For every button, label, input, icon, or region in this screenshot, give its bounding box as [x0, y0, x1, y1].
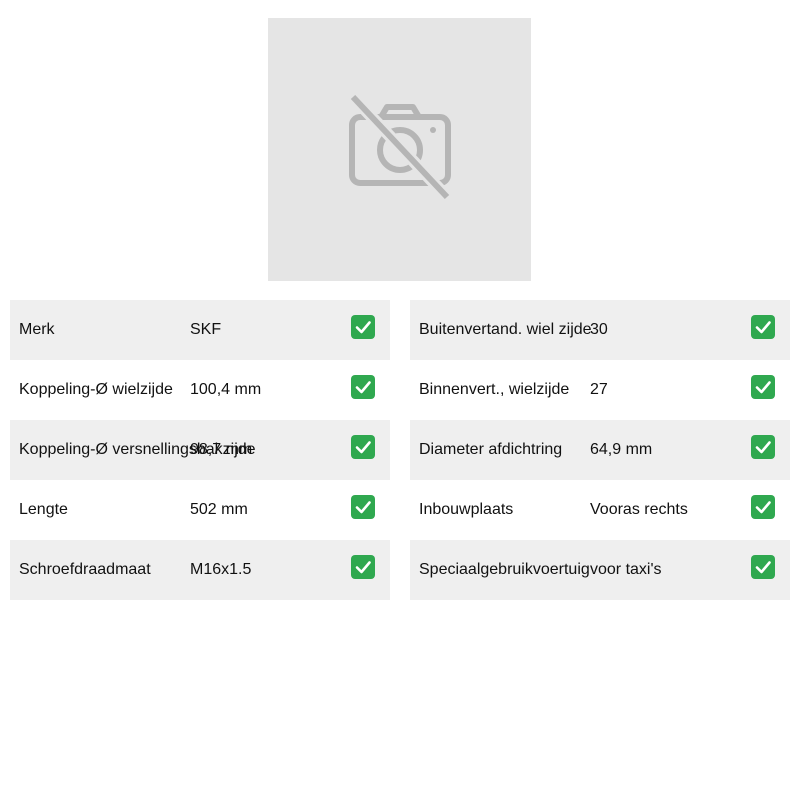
- no-image-camera-icon: [345, 94, 455, 205]
- spec-value: M16x1.5: [190, 561, 252, 578]
- spec-label: Lengte: [19, 501, 68, 518]
- spec-value: 98,7 mm: [190, 441, 253, 458]
- spec-value: 30: [590, 321, 608, 338]
- check-icon: [751, 435, 775, 459]
- check-icon: [751, 315, 775, 339]
- spec-label: Inbouwplaats: [419, 501, 514, 518]
- spec-label: Binnenvert., wielzijde: [419, 381, 570, 398]
- spec-row: Lengte 502 mm: [10, 480, 390, 540]
- spec-label: Koppeling-Ø wielzijde: [19, 381, 173, 398]
- spec-row: Schroefdraadmaat M16x1.5: [10, 540, 390, 600]
- spec-row: Koppeling-Ø versnellingsbakzijde 98,7 mm: [10, 420, 390, 480]
- spec-label: Buitenvertand. wiel zijde: [419, 321, 592, 338]
- spec-table-left: Merk SKF Koppeling-Ø wielzijde 100,4 mm …: [10, 300, 390, 600]
- check-icon: [351, 315, 375, 339]
- spec-row: Buitenvertand. wiel zijde 30: [410, 300, 790, 360]
- spec-label: Merk: [19, 321, 55, 338]
- check-icon: [751, 495, 775, 519]
- spec-value: 502 mm: [190, 501, 248, 518]
- spec-value: 27: [590, 381, 608, 398]
- spec-row: Diameter afdichtring 64,9 mm: [410, 420, 790, 480]
- spec-label: Diameter afdichtring: [419, 441, 563, 458]
- check-icon: [351, 495, 375, 519]
- product-spec-page: Merk SKF Koppeling-Ø wielzijde 100,4 mm …: [0, 0, 800, 800]
- product-image-placeholder: [268, 18, 531, 281]
- spec-row: Koppeling-Ø wielzijde 100,4 mm: [10, 360, 390, 420]
- spec-row: Speciaalgebruikvoertuig voor taxi's: [410, 540, 790, 600]
- spec-value: 64,9 mm: [590, 441, 653, 458]
- spec-value: Vooras rechts: [590, 501, 688, 518]
- spec-value: SKF: [190, 321, 222, 338]
- spec-label: Speciaalgebruikvoertuig: [419, 561, 590, 578]
- spec-row: Merk SKF: [10, 300, 390, 360]
- spec-row: Binnenvert., wielzijde 27: [410, 360, 790, 420]
- check-icon: [351, 435, 375, 459]
- spec-label: Schroefdraadmaat: [19, 561, 151, 578]
- check-icon: [751, 375, 775, 399]
- check-icon: [351, 555, 375, 579]
- spec-row: Inbouwplaats Vooras rechts: [410, 480, 790, 540]
- spec-value: voor taxi's: [590, 561, 662, 578]
- check-icon: [751, 555, 775, 579]
- check-icon: [351, 375, 375, 399]
- spec-table-right: Buitenvertand. wiel zijde 30 Binnenvert.…: [410, 300, 790, 600]
- spec-value: 100,4 mm: [190, 381, 262, 398]
